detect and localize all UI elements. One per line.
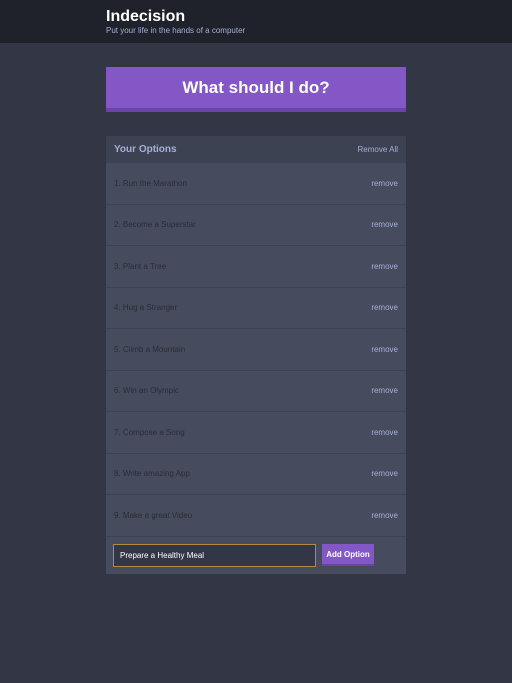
option-item: 6. Win an Olympic remove (106, 371, 406, 412)
app-subtitle: Put your life in the hands of a computer (106, 26, 246, 35)
add-option-form: Add Option (106, 537, 406, 574)
options-title: Your Options (114, 144, 177, 155)
option-text: 5. Climb a Mountain (114, 344, 186, 354)
app-title: Indecision (106, 8, 186, 25)
remove-option-button[interactable]: remove (371, 386, 398, 395)
option-text: 2. Become a Superstar (114, 220, 196, 230)
option-text: 6. Win an Olympic (114, 386, 179, 396)
remove-option-button[interactable]: remove (371, 303, 398, 312)
option-text: 7. Compose a Song (114, 427, 185, 437)
options-widget: Your Options Remove All 1. Run the Marat… (106, 136, 406, 574)
remove-option-button[interactable]: remove (371, 262, 398, 271)
option-text: 4. Hug a Stranger (114, 303, 178, 313)
option-item: 9. Make a great Video remove (106, 495, 406, 537)
remove-option-button[interactable]: remove (371, 345, 398, 354)
what-should-i-do-button[interactable]: What should I do? (106, 67, 406, 112)
remove-option-button[interactable]: remove (371, 220, 398, 229)
remove-option-button[interactable]: remove (371, 469, 398, 478)
option-item: 2. Become a Superstar remove (106, 205, 406, 246)
option-text: 3. Plant a Tree (114, 261, 167, 271)
remove-all-button[interactable]: Remove All (358, 145, 398, 154)
option-item: 1. Run the Marathon remove (106, 163, 406, 205)
remove-option-button[interactable]: remove (371, 179, 398, 188)
add-option-input[interactable] (113, 543, 316, 567)
option-item: 7. Compose a Song remove (106, 412, 406, 454)
option-text: 9. Make a great Video (114, 510, 193, 520)
option-item: 4. Hug a Stranger remove (106, 288, 406, 329)
option-text: 8. Write amazing App (114, 469, 190, 479)
remove-option-button[interactable]: remove (371, 428, 398, 437)
remove-option-button[interactable]: remove (371, 511, 398, 520)
option-item: 5. Climb a Mountain remove (106, 329, 406, 371)
option-text: 1. Run the Marathon (114, 178, 187, 188)
app-header: Indecision Put your life in the hands of… (0, 0, 512, 43)
option-item: 8. Write amazing App remove (106, 454, 406, 495)
options-header: Your Options Remove All (106, 136, 406, 163)
add-option-button[interactable]: Add Option (322, 544, 374, 566)
option-item: 3. Plant a Tree remove (106, 246, 406, 288)
